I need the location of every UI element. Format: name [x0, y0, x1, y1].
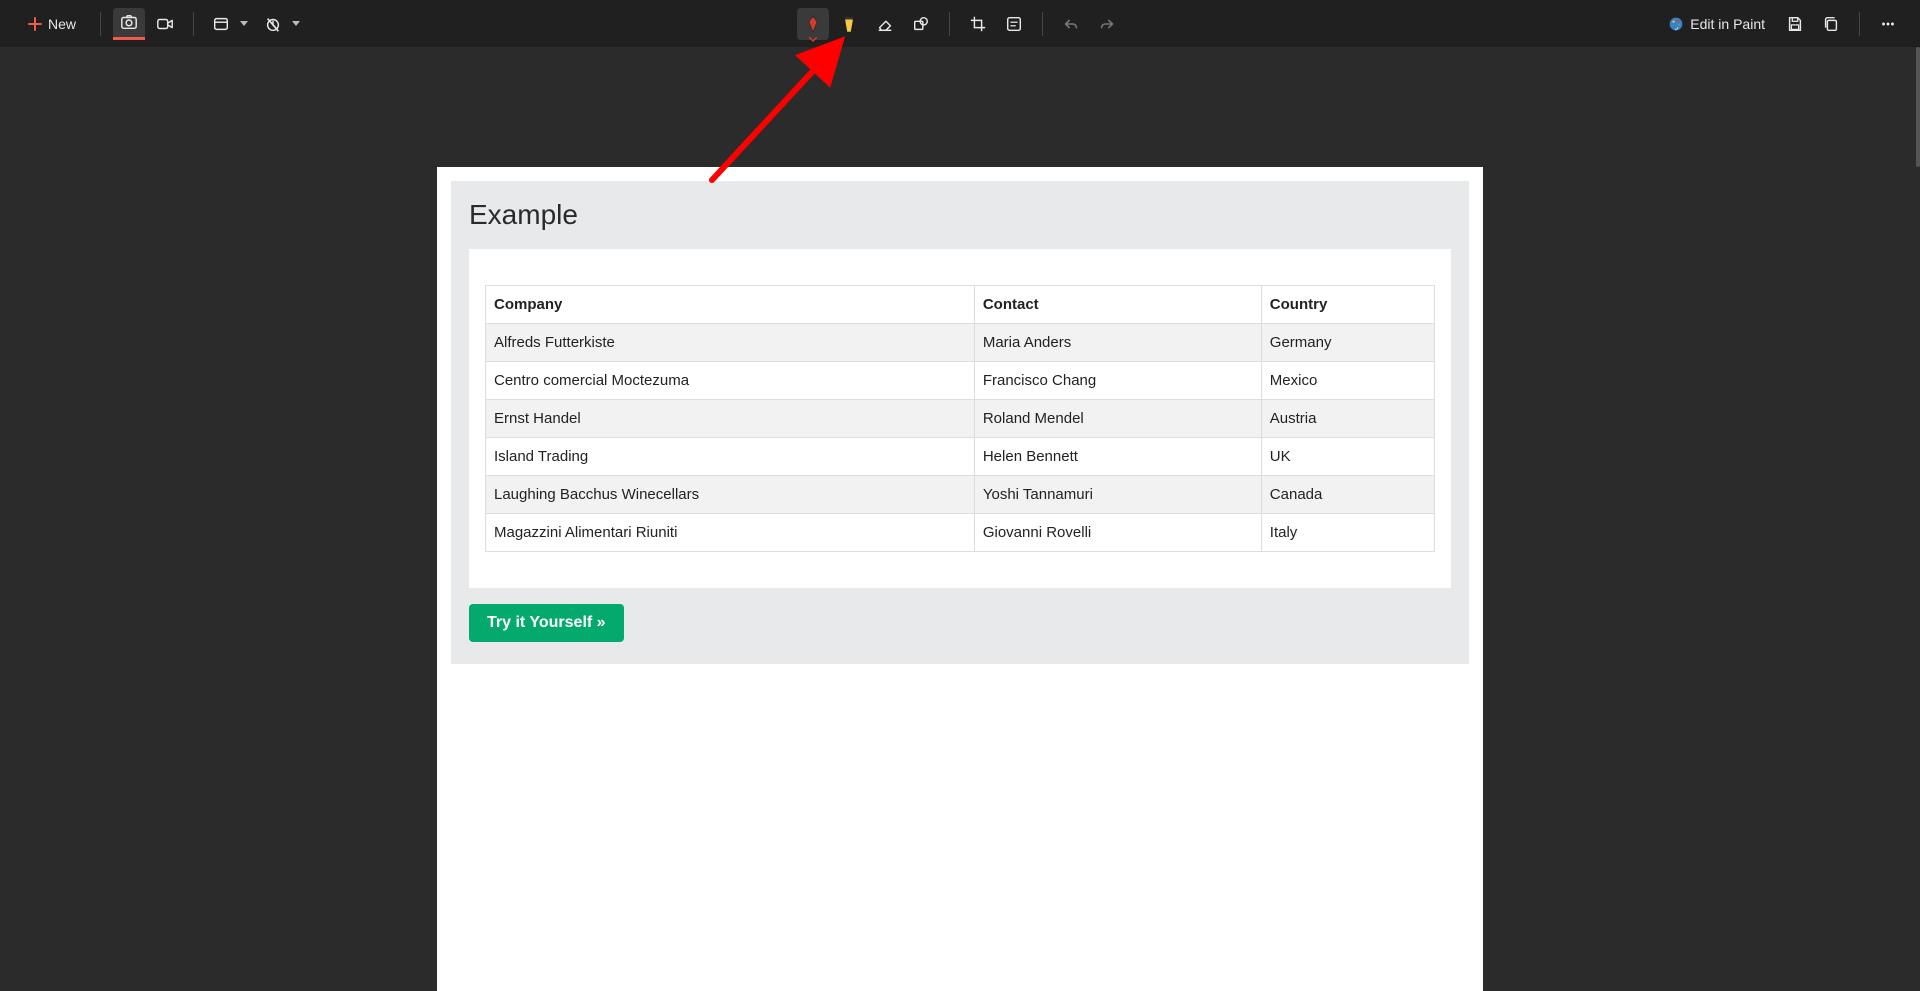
cell-country: Austria — [1261, 400, 1434, 438]
example-table: Company Contact Country Alfreds Futterki… — [485, 285, 1435, 552]
app-toolbar: New — [0, 0, 1920, 47]
palette-icon — [1668, 16, 1684, 32]
separator — [949, 12, 950, 36]
edit-in-paint-label: Edit in Paint — [1690, 16, 1765, 32]
crop-icon — [969, 15, 987, 33]
eraser-tool-button[interactable] — [869, 8, 901, 40]
cell-contact: Helen Bennett — [974, 438, 1261, 476]
camera-icon — [120, 13, 138, 31]
redo-button[interactable] — [1091, 8, 1123, 40]
cell-company: Ernst Handel — [486, 400, 975, 438]
cell-company: Centro comercial Moctezuma — [486, 362, 975, 400]
canvas-area: Example Company Contact Country Alfreds … — [0, 47, 1920, 991]
new-button[interactable]: New — [16, 8, 88, 40]
edit-in-paint-button[interactable]: Edit in Paint — [1658, 8, 1775, 40]
example-panel: Example Company Contact Country Alfreds … — [451, 181, 1469, 664]
table-row: Centro comercial Moctezuma Francisco Cha… — [486, 362, 1435, 400]
cell-contact: Yoshi Tannamuri — [974, 476, 1261, 514]
pen-icon — [804, 14, 822, 34]
toolbar-center-group — [797, 8, 1123, 40]
toolbar-left-group: New — [16, 8, 306, 40]
cell-contact: Roland Mendel — [974, 400, 1261, 438]
highlighter-tool-button[interactable] — [833, 8, 865, 40]
new-button-label: New — [48, 16, 76, 32]
rectangle-snip-button[interactable] — [113, 8, 145, 40]
snip-mode-dropdown[interactable] — [206, 8, 254, 40]
cell-company: Magazzini Alimentari Riuniti — [486, 514, 975, 552]
undo-icon — [1062, 15, 1080, 33]
cell-company: Laughing Bacchus Winecellars — [486, 476, 975, 514]
table-row: Island Trading Helen Bennett UK — [486, 438, 1435, 476]
cell-country: Mexico — [1261, 362, 1434, 400]
video-icon — [156, 15, 174, 33]
try-it-yourself-button[interactable]: Try it Yourself » — [469, 604, 624, 642]
cell-contact: Francisco Chang — [974, 362, 1261, 400]
text-extract-icon — [1005, 15, 1023, 33]
highlighter-icon — [840, 14, 858, 34]
delay-dropdown[interactable] — [258, 8, 306, 40]
ellipsis-icon — [1879, 15, 1897, 33]
red-arrow-annotation — [707, 35, 867, 185]
col-company: Company — [486, 286, 975, 324]
save-button[interactable] — [1779, 8, 1811, 40]
more-button[interactable] — [1872, 8, 1904, 40]
separator — [193, 12, 194, 36]
copy-icon — [1822, 15, 1840, 33]
redo-icon — [1098, 15, 1116, 33]
table-row: Magazzini Alimentari Riuniti Giovanni Ro… — [486, 514, 1435, 552]
cell-country: Canada — [1261, 476, 1434, 514]
cell-company: Island Trading — [486, 438, 975, 476]
separator — [1042, 12, 1043, 36]
captured-screenshot[interactable]: Example Company Contact Country Alfreds … — [437, 167, 1483, 991]
eraser-icon — [876, 15, 894, 33]
table-body: Alfreds Futterkiste Maria Anders Germany… — [486, 324, 1435, 552]
cell-company: Alfreds Futterkiste — [486, 324, 975, 362]
save-icon — [1786, 15, 1804, 33]
col-country: Country — [1261, 286, 1434, 324]
pen-tool-button[interactable] — [797, 8, 829, 40]
window-icon — [212, 15, 230, 33]
table-row: Alfreds Futterkiste Maria Anders Germany — [486, 324, 1435, 362]
table-row: Ernst Handel Roland Mendel Austria — [486, 400, 1435, 438]
example-title: Example — [469, 199, 1451, 231]
separator — [1859, 12, 1860, 36]
toolbar-right-group: Edit in Paint — [1658, 8, 1904, 40]
shapes-icon — [912, 15, 930, 33]
shapes-tool-button[interactable] — [905, 8, 937, 40]
separator — [100, 12, 101, 36]
video-snip-button[interactable] — [149, 8, 181, 40]
undo-button[interactable] — [1055, 8, 1087, 40]
cell-country: Germany — [1261, 324, 1434, 362]
chevron-down-icon — [809, 37, 817, 42]
crop-tool-button[interactable] — [962, 8, 994, 40]
cell-country: UK — [1261, 438, 1434, 476]
text-actions-button[interactable] — [998, 8, 1030, 40]
table-container: Company Contact Country Alfreds Futterki… — [469, 249, 1451, 588]
cell-country: Italy — [1261, 514, 1434, 552]
plus-icon — [28, 17, 42, 31]
col-contact: Contact — [974, 286, 1261, 324]
table-row: Laughing Bacchus Winecellars Yoshi Tanna… — [486, 476, 1435, 514]
cell-contact: Giovanni Rovelli — [974, 514, 1261, 552]
table-header-row: Company Contact Country — [486, 286, 1435, 324]
cell-contact: Maria Anders — [974, 324, 1261, 362]
no-delay-icon — [264, 15, 282, 33]
scrollbar-thumb[interactable] — [1916, 47, 1920, 167]
copy-button[interactable] — [1815, 8, 1847, 40]
